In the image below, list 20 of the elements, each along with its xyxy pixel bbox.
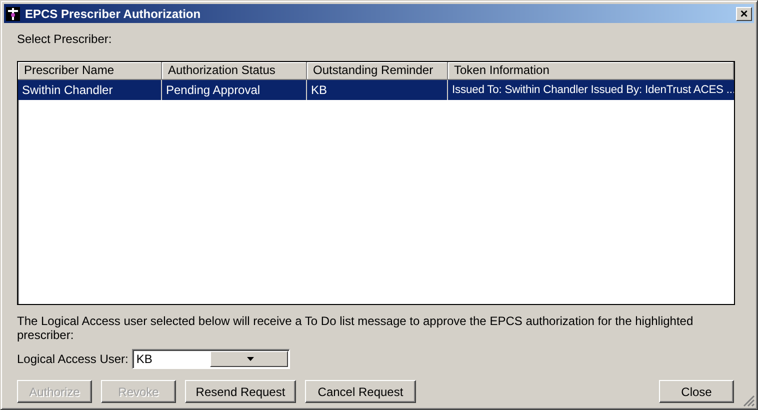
column-header[interactable]: Prescriber Name <box>18 62 162 80</box>
column-header[interactable]: Outstanding Reminder <box>307 62 448 80</box>
table-row[interactable]: Swithin Chandler Pending Approval KB Issued To: Swithin Chandler Issued By: IdenTrust ACES ... <box>18 80 734 100</box>
close-icon[interactable]: × <box>736 6 752 20</box>
logical-access-user-dropdown[interactable]: KB <box>132 349 290 369</box>
close-button[interactable]: Close <box>659 380 734 403</box>
logical-access-user-label: Logical Access User: <box>17 352 128 366</box>
dropdown-arrow-icon <box>247 357 254 361</box>
cancel-request-button[interactable]: Cancel Request <box>305 380 416 403</box>
table-cell: KB <box>307 80 448 100</box>
resend-request-button[interactable]: Resend Request <box>185 380 296 403</box>
table-cell: Swithin Chandler <box>18 80 162 100</box>
table-cell: Pending Approval <box>162 80 307 100</box>
column-header[interactable]: Authorization Status <box>162 62 307 80</box>
instruction-text: The Logical Access user selected below will receive a To Do list message to approve the EPCS authorization for the highlighted prescriber: <box>17 314 694 342</box>
window-title: EPCS Prescriber Authorization <box>25 6 202 20</box>
resize-grip-icon[interactable] <box>743 395 755 407</box>
column-header[interactable]: Token Information <box>448 62 734 80</box>
select-prescriber-label: Select Prescriber: <box>17 32 113 48</box>
table-cell: Issued To: Swithin Chandler Issued By: IdenTrust ACES ... <box>448 80 734 100</box>
